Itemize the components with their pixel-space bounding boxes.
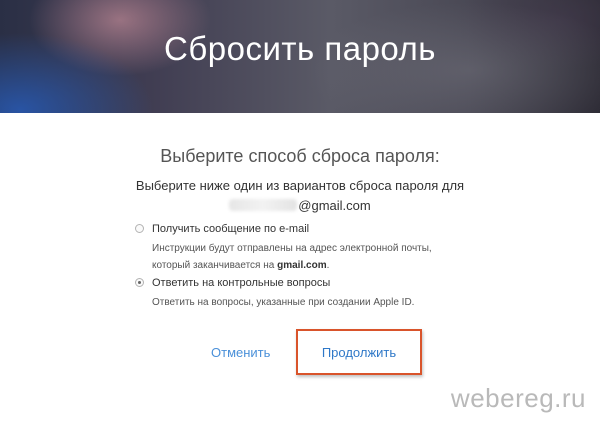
option-questions-description: Ответить на вопросы, указанные при созда… — [152, 297, 415, 308]
radio-email[interactable] — [135, 224, 144, 233]
email-domain: @gmail.com — [298, 198, 371, 213]
hero-banner: Сбросить пароль — [0, 0, 600, 113]
redacted-email-username — [229, 199, 298, 211]
cancel-button[interactable]: Отменить — [211, 345, 270, 360]
continue-button[interactable]: Продолжить — [296, 329, 422, 375]
option-email-desc-end: . — [326, 260, 330, 271]
email-address: @gmail.com — [0, 198, 600, 213]
option-email-desc-domain: gmail.com — [277, 260, 327, 271]
reset-method-form: Выберите способ сброса пароля: Выберите … — [0, 113, 600, 422]
form-heading: Выберите способ сброса пароля: — [160, 146, 440, 166]
option-email-title[interactable]: Получить сообщение по e-mail — [152, 223, 309, 235]
option-questions-title[interactable]: Ответить на контрольные вопросы — [152, 277, 330, 289]
continue-button-label[interactable]: Продолжить — [298, 345, 420, 360]
intro-text: Выберите ниже один из вариантов сброса п… — [135, 178, 465, 193]
option-email-description: Инструкции будут отправлены на адрес эле… — [152, 240, 472, 274]
page-title: Сбросить пароль — [164, 30, 436, 67]
radio-security-questions[interactable] — [135, 278, 144, 287]
watermark-text: webereg.ru — [450, 383, 586, 413]
